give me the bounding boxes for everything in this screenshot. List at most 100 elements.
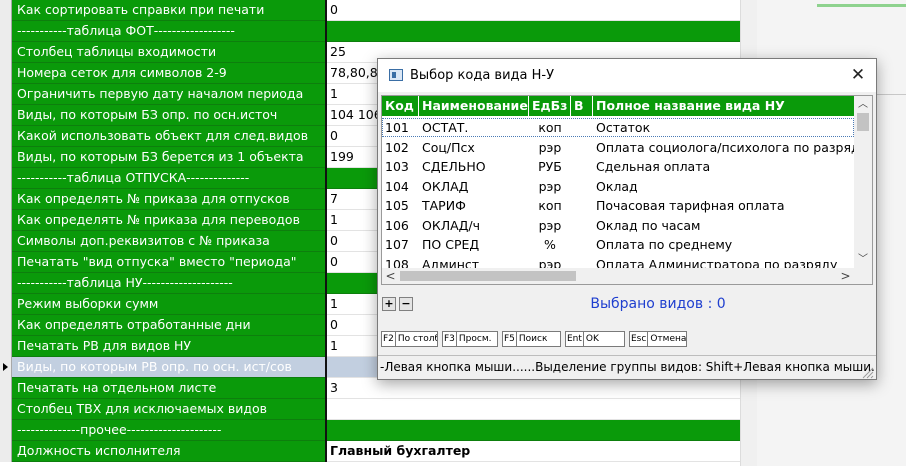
cell-name: ОКЛАД xyxy=(422,178,469,194)
row-indicator[interactable] xyxy=(0,252,12,273)
row-pointer-icon xyxy=(3,363,8,371)
cell-v xyxy=(571,138,593,157)
cell-v xyxy=(571,216,593,235)
table-row[interactable]: 107 ПО СРЕД% Оплата по среднему xyxy=(382,235,854,254)
grid-row[interactable]: Печатать на отдельном листе 3 xyxy=(0,378,740,399)
cell-v xyxy=(571,235,593,254)
column-header-name[interactable]: Наименование xyxy=(419,96,529,116)
row-indicator[interactable] xyxy=(0,378,12,399)
grid-row-label: -----------таблица НУ-------------------… xyxy=(12,273,325,294)
scroll-down-icon[interactable]: ﹀ xyxy=(854,251,872,268)
grid-section-row[interactable]: --------------прочее--------------------… xyxy=(0,420,740,441)
status-text: -Левая кнопка мыши......Выделение группы… xyxy=(380,360,876,374)
table-row[interactable]: 105 ТАРИФ коп Почасовая тарифная оплата xyxy=(382,196,854,215)
grid-row-label: Печатать "вид отпуска" вместо "периода" xyxy=(12,252,325,273)
table-row[interactable]: 104 ОКЛАД рэр Оклад xyxy=(382,177,854,196)
grid-row-value[interactable]: Главный бухгалтер xyxy=(327,441,740,462)
fkey-key: F3 xyxy=(444,332,457,346)
grid-row[interactable]: Должность исполнителя Главный бухгалтер xyxy=(0,441,740,462)
cell-name: СДЕЛЬНО xyxy=(422,159,486,174)
row-indicator[interactable] xyxy=(0,42,12,63)
hscroll-thumb[interactable] xyxy=(400,271,576,281)
column-header-code[interactable]: Код xyxy=(382,96,419,116)
fkey-key: Esc xyxy=(631,332,649,346)
row-indicator[interactable] xyxy=(0,126,12,147)
cell-code: 105 xyxy=(385,198,409,213)
table-row[interactable]: 103 СДЕЛЬНО РУБ Сдельная оплата xyxy=(382,157,854,176)
scroll-up-icon[interactable]: ︿ xyxy=(854,96,872,113)
row-indicator[interactable] xyxy=(0,0,12,21)
column-header-v[interactable]: В xyxy=(571,96,593,116)
fkey-label: Отмена xyxy=(650,334,687,344)
code-select-dialog: Выбор кода вида Н-У ✕ Код Наименование Е… xyxy=(377,58,877,380)
row-indicator[interactable] xyxy=(0,105,12,126)
fkey-by-column-button[interactable]: F2 По столб xyxy=(381,331,438,347)
cell-unit: рэр xyxy=(538,139,562,155)
row-indicator[interactable] xyxy=(0,294,12,315)
grid-row-label: Как сортировать справки при печати xyxy=(12,0,325,21)
row-indicator[interactable] xyxy=(0,63,12,84)
cell-name: ОКЛАД/ч xyxy=(422,217,481,233)
row-indicator[interactable] xyxy=(0,420,12,441)
grid-row-label: -----------таблица ОТПУСКА-------------- xyxy=(12,168,325,189)
close-button[interactable]: ✕ xyxy=(840,59,876,92)
scroll-right-icon[interactable]: > xyxy=(837,268,854,284)
row-indicator[interactable] xyxy=(0,441,12,462)
cell-v xyxy=(571,118,593,137)
row-indicator[interactable] xyxy=(0,189,12,210)
column-header-full-name[interactable]: Полное название вида НУ xyxy=(593,96,858,116)
grid-row-value[interactable] xyxy=(327,399,740,420)
table-row[interactable]: 101 ОСТАТ. коп Остаток xyxy=(382,118,854,137)
row-indicator[interactable] xyxy=(0,147,12,168)
row-indicator[interactable] xyxy=(0,357,12,378)
grid-row-value[interactable]: 3 xyxy=(327,378,740,399)
row-indicator[interactable] xyxy=(0,336,12,357)
table-row[interactable]: 106 ОКЛАД/ч рэр Оклад по часам xyxy=(382,216,854,235)
fkey-ok-button[interactable]: Ent OK xyxy=(565,331,625,347)
grid-row[interactable]: Как сортировать справки при печати 0 xyxy=(0,0,740,21)
codes-table: Код Наименование ЕдБз В Полное название … xyxy=(381,95,873,285)
grid-row-value[interactable] xyxy=(327,420,740,441)
table-horizontal-scrollbar[interactable]: < > xyxy=(382,268,854,284)
remove-button[interactable]: − xyxy=(399,297,413,311)
fkey-view-button[interactable]: F3 Просм. xyxy=(442,331,498,347)
table-header: Код Наименование ЕдБз В Полное название … xyxy=(382,96,858,116)
cell-unit: коп xyxy=(538,120,562,135)
dialog-title: Выбор кода вида Н-У xyxy=(410,68,555,83)
grid-row-value[interactable] xyxy=(327,21,740,42)
resize-grip-icon[interactable] xyxy=(860,365,874,379)
table-vertical-scrollbar[interactable]: ︿ ﹀ xyxy=(854,96,872,268)
grid-row-label: Как определять № приказа для переводов xyxy=(12,210,325,231)
row-indicator[interactable] xyxy=(0,21,12,42)
cell-v xyxy=(571,157,593,176)
cell-name: ТАРИФ xyxy=(422,198,466,213)
row-indicator[interactable] xyxy=(0,84,12,105)
row-indicator[interactable] xyxy=(0,168,12,189)
grid-section-row[interactable]: -----------таблица ФОТ------------------ xyxy=(0,21,740,42)
grid-row-value[interactable]: 0 xyxy=(327,0,740,21)
fkey-search-button[interactable]: F5 Поиск xyxy=(502,331,561,347)
scroll-thumb[interactable] xyxy=(857,113,869,131)
column-header-unit[interactable]: ЕдБз xyxy=(529,96,571,116)
row-indicator[interactable] xyxy=(0,273,12,294)
row-indicator[interactable] xyxy=(0,210,12,231)
grid-row-label: Виды, по которым БЗ опр. по осн.источ xyxy=(12,105,325,126)
cell-code: 102 xyxy=(385,139,409,155)
cell-full-name: Почасовая тарифная оплата xyxy=(596,198,785,213)
row-indicator[interactable] xyxy=(0,231,12,252)
grid-row-label: Режим выборки сумм xyxy=(12,294,325,315)
scroll-left-icon[interactable]: < xyxy=(382,268,399,284)
row-indicator[interactable] xyxy=(0,399,12,420)
cell-full-name: Сдельная оплата xyxy=(596,159,711,174)
cell-code: 106 xyxy=(385,217,409,233)
row-indicator[interactable] xyxy=(0,315,12,336)
table-row[interactable]: 102 Соц/Псх рэр Оплата социолога/психолога … xyxy=(382,138,858,157)
scrollbar-corner xyxy=(854,268,872,284)
grid-row-label: Должность исполнителя xyxy=(12,441,325,462)
grid-row[interactable]: Столбец ТВХ для исключаемых видов xyxy=(0,399,740,420)
grid-row-label: Столбец таблицы входимости xyxy=(12,42,325,63)
fkey-cancel-button[interactable]: Esc Отмена xyxy=(629,331,687,347)
add-button[interactable]: + xyxy=(382,297,396,311)
dialog-titlebar[interactable]: Выбор кода вида Н-У ✕ xyxy=(378,59,876,92)
grid-row-label: Символы доп.реквизитов с № приказа xyxy=(12,231,325,252)
